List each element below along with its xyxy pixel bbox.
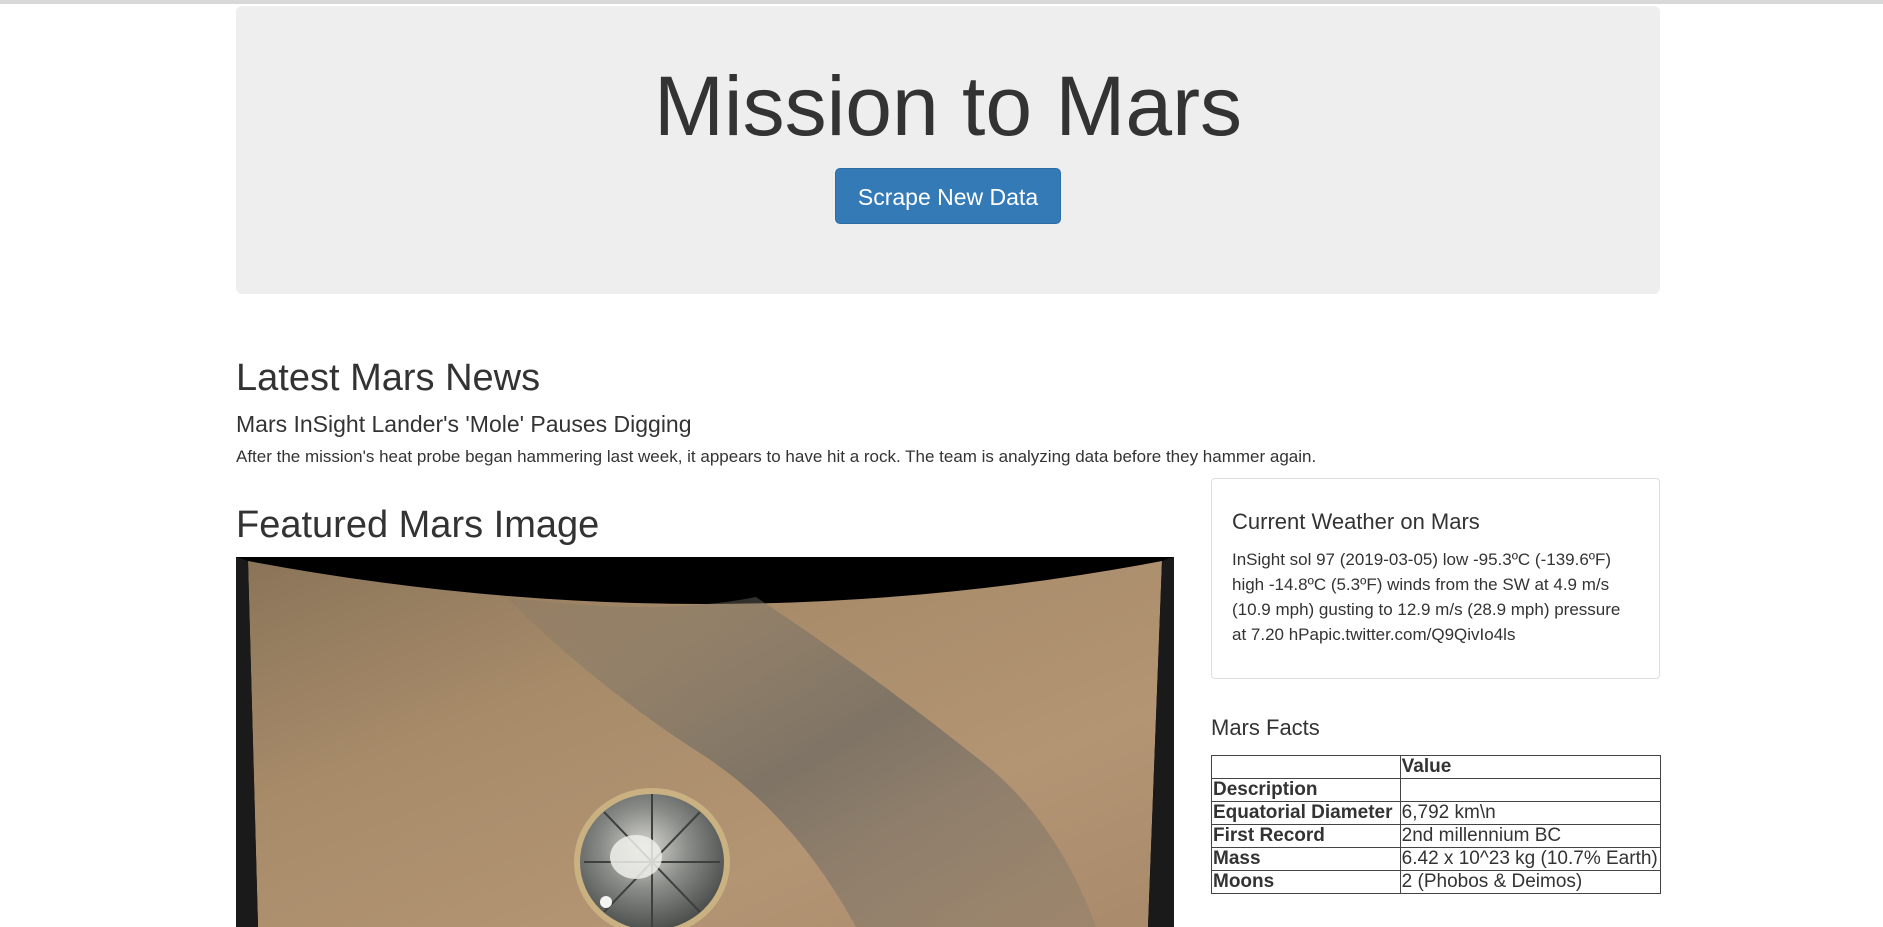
row-label: First Record xyxy=(1211,824,1401,848)
row-value: 2 (Phobos & Deimos) xyxy=(1399,870,1662,894)
sidebar-column: Current Weather on Mars InSight sol 97 (… xyxy=(1211,478,1662,894)
featured-mars-image xyxy=(236,557,1174,927)
latest-news-section: Latest Mars News Mars InSight Lander's '… xyxy=(236,356,1660,468)
featured-section-title: Featured Mars Image xyxy=(236,504,600,546)
table-header-row: Description xyxy=(1211,778,1662,802)
table-header-row: Value xyxy=(1211,755,1662,779)
scrape-new-data-button[interactable]: Scrape New Data xyxy=(834,168,1062,224)
row-label: Mass xyxy=(1211,847,1401,871)
weather-title: Current Weather on Mars xyxy=(1232,509,1480,534)
table-row: Mass 6.42 x 10^23 kg (10.7% Earth) xyxy=(1211,847,1662,871)
browser-top-border xyxy=(0,0,1883,4)
table-header-description: Description xyxy=(1211,778,1401,802)
weather-panel: Current Weather on Mars InSight sol 97 (… xyxy=(1211,478,1660,679)
row-value: 2nd millennium BC xyxy=(1399,824,1662,848)
page-container: Mission to Mars Scrape New Data Latest M… xyxy=(236,6,1662,927)
table-row: First Record 2nd millennium BC xyxy=(1211,824,1662,848)
table-row: Moons 2 (Phobos & Deimos) xyxy=(1211,870,1662,894)
row-value: 6,792 km\n xyxy=(1399,801,1662,825)
news-section-title: Latest Mars News xyxy=(236,357,541,399)
table-row: Equatorial Diameter 6,792 km\n xyxy=(1211,801,1662,825)
row-label: Equatorial Diameter xyxy=(1211,801,1401,825)
news-headline: Mars InSight Lander's 'Mole' Pauses Digg… xyxy=(236,411,692,437)
table-header-empty xyxy=(1211,755,1401,779)
jumbotron-header: Mission to Mars Scrape New Data xyxy=(236,6,1660,294)
row-label: Moons xyxy=(1211,870,1401,894)
table-header-empty xyxy=(1399,778,1662,802)
news-teaser: After the mission's heat probe began ham… xyxy=(236,447,1317,466)
row-value: 6.42 x 10^23 kg (10.7% Earth) xyxy=(1399,847,1662,871)
featured-image-section: Featured Mars Image xyxy=(236,503,1174,927)
page-title: Mission to Mars xyxy=(653,59,1243,153)
mars-facts-table: Value Description Equatorial Diameter 6,… xyxy=(1211,755,1662,894)
table-header-value: Value xyxy=(1399,755,1662,779)
facts-title: Mars Facts xyxy=(1211,715,1320,740)
weather-text: InSight sol 97 (2019-03-05) low -95.3ºC … xyxy=(1232,550,1621,644)
